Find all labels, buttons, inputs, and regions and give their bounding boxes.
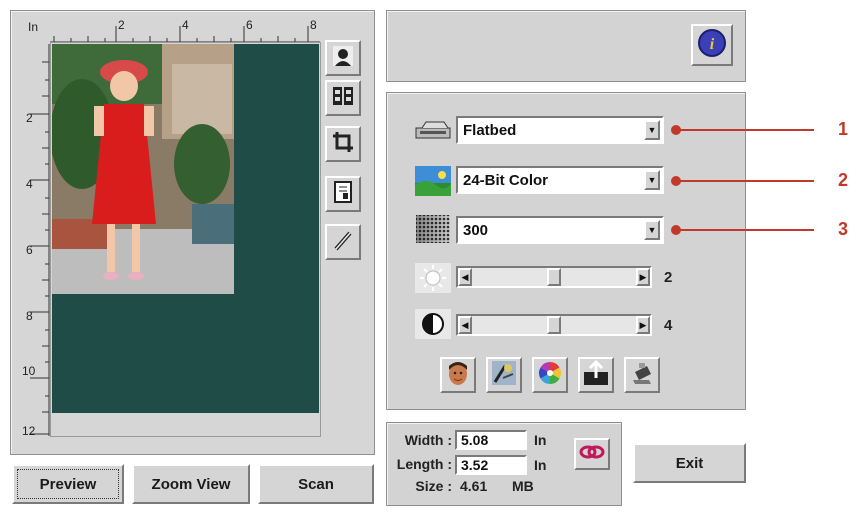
callout-line [676,129,814,131]
arrow-left-icon[interactable]: ◀ [458,268,472,286]
arrow-right-icon[interactable]: ▶ [636,268,650,286]
ruler-tick-label: 4 [182,18,189,32]
svg-text:i: i [710,36,715,53]
portrait-silhouette-icon [331,44,355,73]
highlight-shadow-button[interactable] [578,357,614,393]
top-ruler: In 2 4 6 8 [24,18,320,44]
ruler-tick-label: 12 [22,424,36,438]
exit-button[interactable]: Exit [633,443,746,483]
contrast-value: 4 [664,317,673,334]
pen-icon [331,228,355,257]
pen-button[interactable] [325,224,361,260]
face-button[interactable] [440,357,476,393]
width-input[interactable]: 5.08 [455,430,527,450]
chevron-down-icon[interactable]: ▼ [644,120,660,140]
flatbed-scanner-icon [414,114,452,146]
resolution-dropdown[interactable]: 300 ▼ [456,216,664,244]
document-icon [331,180,355,209]
size-unit: MB [512,478,534,494]
ruler-tick-label: 8 [26,309,33,323]
arrow-left-icon[interactable]: ◀ [458,316,472,334]
chevron-down-icon[interactable]: ▼ [644,220,660,240]
auto-adjust-icon [491,360,517,391]
callout-number: 1 [838,119,849,139]
info-button[interactable]: i [691,24,733,66]
ruler-tick-label: 2 [118,18,125,32]
highlight-shadow-icon [583,359,609,391]
preview-button[interactable]: Preview [12,464,124,504]
halftone-dots-icon [414,213,452,245]
ruler-tick-label: 6 [246,18,253,32]
size-value: 4.61 [460,478,488,494]
size-label: Size : [415,478,452,494]
brightness-slider[interactable]: ◀ ▶ [456,266,652,288]
length-unit: In [534,457,547,473]
face-icon [445,360,471,391]
contrast-icon [414,308,452,340]
callout-line [676,229,814,231]
eraser-button[interactable] [624,357,660,393]
preview-photo[interactable] [52,44,234,294]
chevron-down-icon[interactable]: ▼ [644,170,660,190]
length-label: Length : [396,456,452,472]
portrait-silhouette-button[interactable] [325,40,361,76]
lock-aspect-button[interactable] [574,438,610,470]
info-icon: i [697,28,727,63]
scanner-window: In 2 4 6 8 2 4 6 8 10 12 Preview Zoom Vi… [0,0,859,514]
ruler-tick-label: 6 [26,243,33,257]
arrow-right-icon[interactable]: ▶ [636,316,650,334]
crop-button[interactable] [325,126,361,162]
ruler-tick-label: 4 [26,177,33,191]
document-button[interactable] [325,176,361,212]
ruler-tick-label: 8 [310,18,317,32]
film-reels-button[interactable] [325,80,361,116]
callout-line [676,180,814,182]
ruler-tick-label: 10 [22,364,36,378]
image-type-dropdown[interactable]: 24-Bit Color ▼ [456,166,664,194]
brightness-value: 2 [664,269,673,286]
slider-thumb[interactable] [547,316,561,334]
sun-icon [414,262,452,294]
chain-link-icon [579,443,605,466]
resolution-value: 300 [463,221,489,239]
crop-icon [331,130,355,159]
scan-source-dropdown[interactable]: Flatbed ▼ [456,116,664,144]
landscape-color-icon [414,165,452,197]
contrast-slider[interactable]: ◀ ▶ [456,314,652,336]
width-unit: In [534,432,547,448]
ruler-tick-label: 2 [26,111,33,125]
scan-source-value: Flatbed [463,121,517,139]
left-ruler: 2 4 6 8 10 12 [18,44,50,438]
callout-number: 2 [838,170,849,190]
width-label: Width : [404,432,452,448]
image-type-value: 24-Bit Color [463,171,549,189]
slider-thumb[interactable] [547,268,561,286]
scan-button[interactable]: Scan [258,464,374,504]
color-wheel-button[interactable] [532,357,568,393]
top-ruler-ticks [50,26,320,43]
zoom-view-button[interactable]: Zoom View [132,464,250,504]
color-wheel-icon [537,360,563,391]
film-reels-icon [331,84,355,113]
auto-adjust-button[interactable] [486,357,522,393]
length-input[interactable]: 3.52 [455,455,527,475]
eraser-icon [629,360,655,391]
callout-number: 3 [838,219,849,239]
